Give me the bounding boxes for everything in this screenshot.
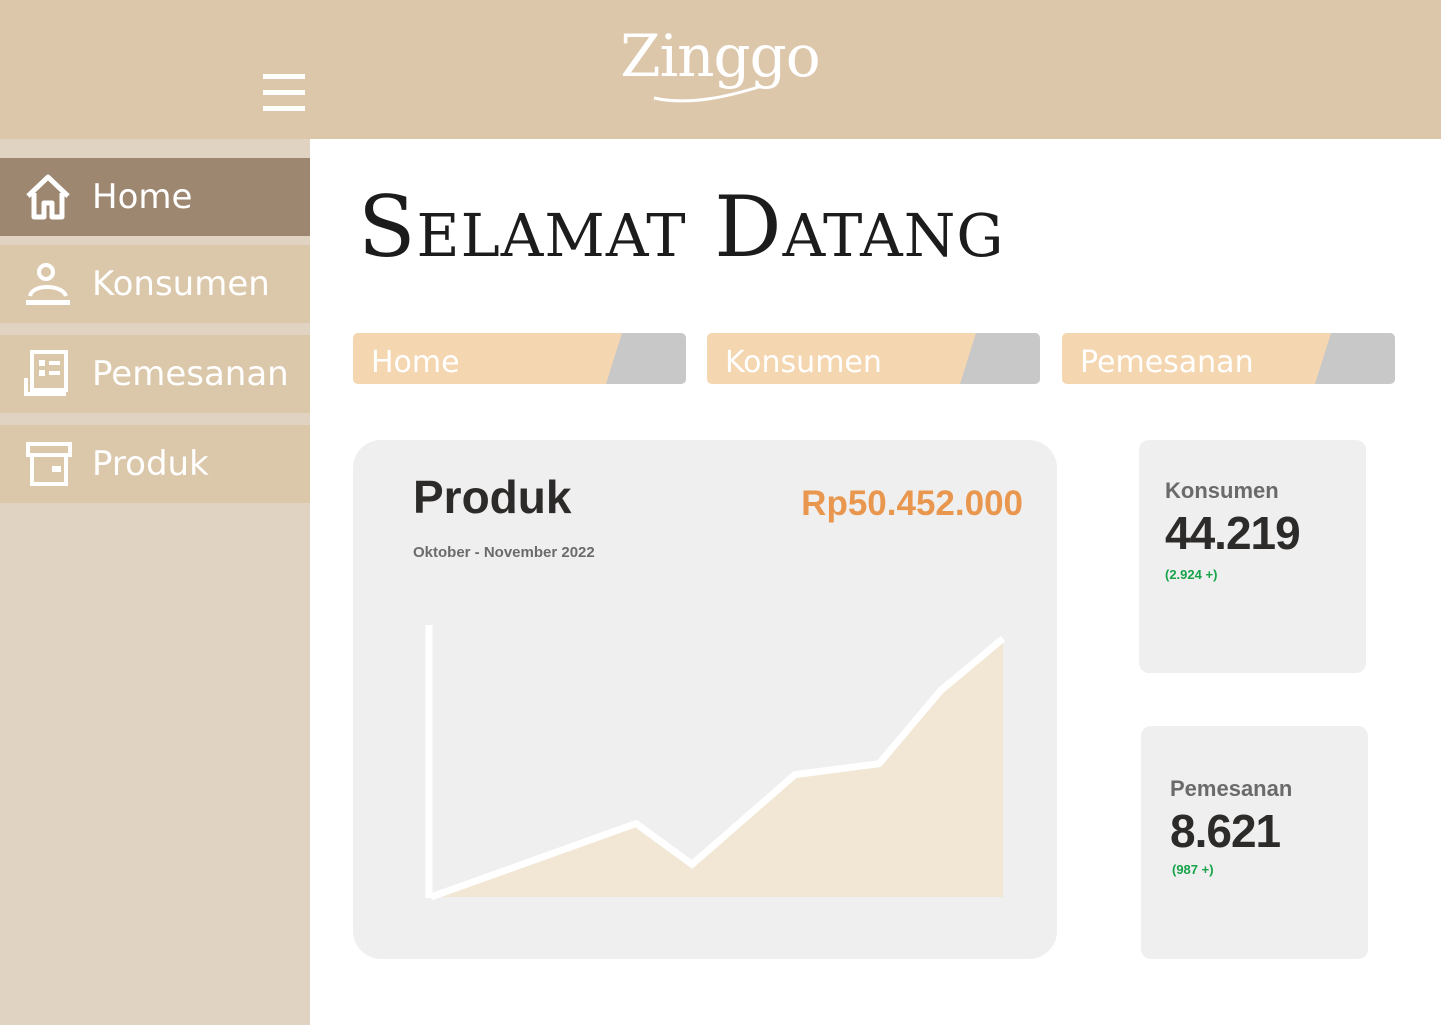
tab-tail — [606, 333, 686, 384]
tab-tail — [960, 333, 1040, 384]
sidebar-item-label: Home — [92, 177, 193, 217]
order-list-icon — [24, 350, 68, 396]
product-card: Produk Oktober - November 2022 Rp50.452.… — [353, 440, 1057, 959]
tab-label: Konsumen — [725, 345, 882, 380]
sidebar: Home Konsumen Pemesanan Produk — [0, 139, 310, 1025]
user-icon — [26, 263, 70, 305]
tab-konsumen[interactable]: Konsumen — [707, 333, 1040, 384]
sidebar-item-label: Produk — [92, 444, 209, 484]
konsumen-stat-card: Konsumen 44.219 (2.924 +) — [1139, 440, 1366, 673]
stat-label: Pemesanan — [1170, 776, 1293, 801]
sidebar-item-label: Konsumen — [92, 264, 270, 304]
stat-number: 8.621 — [1170, 805, 1281, 857]
tab-pemesanan[interactable]: Pemesanan — [1062, 333, 1395, 384]
logo-swash — [653, 84, 763, 103]
tab-home[interactable]: Home — [353, 333, 686, 384]
stat-delta: (2.924 +) — [1165, 567, 1218, 582]
tab-label: Home — [371, 345, 460, 380]
sidebar-item-home[interactable]: Home — [0, 158, 310, 236]
stat-delta: (987 +) — [1172, 862, 1214, 877]
box-icon — [26, 442, 72, 486]
tab-tail — [1315, 333, 1395, 384]
home-icon — [26, 174, 70, 220]
stat-label: Konsumen — [1165, 478, 1279, 503]
sidebar-item-label: Pemesanan — [92, 354, 289, 394]
pemesanan-stat-card: Pemesanan 8.621 (987 +) — [1141, 726, 1368, 959]
tab-label: Pemesanan — [1080, 345, 1254, 380]
sidebar-item-produk[interactable]: Produk — [0, 425, 310, 503]
hamburger-menu-icon[interactable] — [263, 72, 307, 112]
top-header: Zinggo — [0, 0, 1441, 139]
chart-area-fill — [431, 638, 1003, 897]
product-chart — [425, 625, 1006, 901]
stat-number: 44.219 — [1165, 507, 1301, 559]
sidebar-item-pemesanan[interactable]: Pemesanan — [0, 335, 310, 413]
page-title: Selamat Datang — [358, 178, 1005, 276]
sidebar-item-konsumen[interactable]: Konsumen — [0, 245, 310, 323]
